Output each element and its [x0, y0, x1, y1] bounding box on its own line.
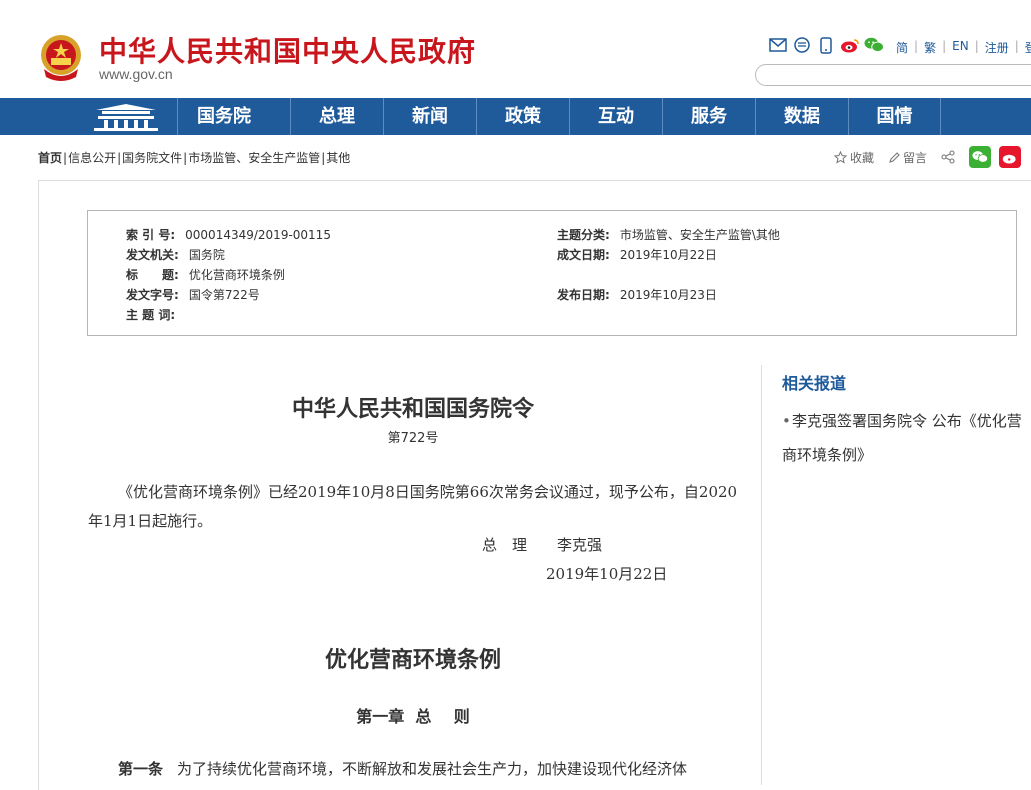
info-label: 发布日期: — [557, 288, 610, 302]
favorite-label: 收藏 — [850, 150, 875, 165]
info-value: 市场监管、安全生产监管\其他 — [619, 228, 780, 242]
article-one: 第一条 为了持续优化营商环境，不断解放和发展社会生产力，加快建设现代化经济体 — [118, 758, 687, 779]
link-separator: | — [1014, 39, 1019, 53]
order-title: 中华人民共和国国务院令 — [291, 396, 534, 422]
home-gate-icon[interactable] — [92, 102, 160, 132]
english-link[interactable]: EN — [952, 39, 969, 56]
site-url[interactable]: www.gov.cn — [99, 66, 173, 82]
share-button[interactable] — [941, 150, 955, 164]
related-reports-title: 相关报道 — [782, 374, 847, 393]
search-input[interactable] — [755, 64, 1031, 86]
site-title[interactable]: 中华人民共和国中央人民政府 — [99, 30, 476, 70]
regulation-title: 优化营商环境条例 — [324, 647, 501, 673]
breadcrumb-market-regulation[interactable]: 市场监管、安全生产监管 — [188, 151, 320, 165]
nav-item-policies[interactable]: 政策 — [476, 98, 569, 135]
order-date: 2019年10月22日 — [546, 565, 668, 583]
link-separator: | — [914, 39, 919, 53]
order-number: 第722号 — [387, 431, 439, 446]
info-label: 发文机关: — [126, 248, 179, 262]
nav-item-national-conditions[interactable]: 国情 — [848, 98, 941, 135]
info-row-keywords: 主 题 词: — [126, 306, 185, 323]
info-value: 优化营商环境条例 — [188, 268, 285, 282]
breadcrumb-separator: | — [183, 151, 188, 165]
weibo-icon — [1002, 154, 1016, 163]
info-row-publish-date: 发布日期: 2019年10月23日 — [557, 286, 717, 303]
wechat-icon — [972, 151, 989, 163]
traditional-chinese-link[interactable]: 繁 — [924, 39, 936, 56]
info-value: 000014349/2019-00115 — [185, 228, 331, 242]
article-one-text: 为了持续优化营商环境，不断解放和发展社会生产力，加快建设现代化经济体 — [177, 760, 688, 778]
language-login-links: 简 | 繁 | EN | 注册 | 登 — [896, 39, 1031, 56]
breadcrumb-other[interactable]: 其他 — [326, 151, 350, 165]
article-one-label: 第一条 — [118, 760, 164, 778]
breadcrumb-separator: | — [117, 151, 122, 165]
favorite-button[interactable]: 收藏 — [834, 149, 874, 166]
nav-item-state-council[interactable]: 国务院 — [177, 98, 270, 135]
info-label: 索 引 号: — [126, 228, 176, 242]
comment-label: 留言 — [903, 150, 928, 165]
info-row-written-date: 成文日期: 2019年10月22日 — [557, 246, 717, 263]
info-label: 发文字号: — [126, 288, 179, 302]
nav-item-premier[interactable]: 总理 — [290, 98, 383, 135]
breadcrumb-separator: | — [63, 151, 68, 165]
info-row-issuer: 发文机关: 国务院 — [126, 246, 225, 263]
column-divider — [761, 365, 762, 785]
order-paragraph: 《优化营商环境条例》已经2019年10月8日国务院第66次常务会议通过，现予公布… — [88, 483, 738, 530]
info-label: 主题分类: — [557, 228, 610, 242]
info-label: 标 题: — [126, 268, 179, 282]
chapter-heading: 第一章 总 则 — [356, 707, 470, 726]
info-row-title: 标 题: 优化营商环境条例 — [126, 266, 285, 283]
related-report-link[interactable]: •李克强签署国务院令 公布《优化营商环境条例》 — [782, 404, 1022, 472]
national-emblem-logo[interactable] — [38, 33, 84, 83]
wechat-icon[interactable] — [864, 36, 884, 54]
wechat-share-button[interactable] — [969, 146, 992, 168]
info-value: 国令第722号 — [188, 288, 260, 302]
info-value: 2019年10月23日 — [619, 288, 717, 302]
info-row-doc-number: 发文字号: 国令第722号 — [126, 286, 260, 303]
weibo-icon[interactable] — [840, 36, 860, 54]
info-row-topic: 主题分类: 市场监管、安全生产监管\其他 — [557, 226, 780, 243]
info-value: 国务院 — [188, 248, 225, 262]
info-label: 成文日期: — [557, 248, 610, 262]
nav-item-data[interactable]: 数据 — [755, 98, 848, 135]
bullet-icon: • — [782, 412, 791, 430]
info-label: 主 题 词: — [126, 308, 176, 322]
mobile-icon[interactable] — [816, 36, 836, 54]
share-toolbar: 收藏 留言 — [834, 146, 1022, 168]
related-report-text: 李克强签署国务院令 公布《优化营商环境条例》 — [782, 412, 1022, 464]
mail-icon[interactable] — [768, 36, 788, 54]
breadcrumb: 首页|信息公开|国务院文件|市场监管、安全生产监管|其他 — [38, 149, 350, 166]
link-separator: | — [942, 39, 947, 53]
comment-button[interactable]: 留言 — [888, 149, 927, 166]
nav-item-services[interactable]: 服务 — [662, 98, 755, 135]
share-icon — [941, 150, 955, 164]
main-nav: 国务院 总理 新闻 政策 互动 服务 数据 国情 — [0, 98, 1031, 135]
premier-signature: 总 理 李克强 — [482, 536, 603, 554]
top-icon-bar — [768, 36, 884, 54]
breadcrumb-separator: | — [321, 151, 326, 165]
register-link[interactable]: 注册 — [985, 39, 1009, 56]
simplified-chinese-link[interactable]: 简 — [896, 39, 908, 56]
nav-item-news[interactable]: 新闻 — [383, 98, 476, 135]
breadcrumb-info-disclosure[interactable]: 信息公开 — [68, 151, 116, 165]
breadcrumb-home[interactable]: 首页 — [38, 151, 62, 165]
login-link[interactable]: 登 — [1025, 39, 1031, 56]
nav-item-interaction[interactable]: 互动 — [569, 98, 662, 135]
pencil-icon — [889, 151, 900, 163]
message-icon[interactable] — [792, 36, 812, 54]
site-header: 中华人民共和国中央人民政府 www.gov.cn 简 | 繁 | EN | 注册… — [0, 0, 1031, 98]
info-row-index: 索 引 号: 000014349/2019-00115 — [126, 226, 331, 243]
weibo-share-button[interactable] — [999, 146, 1022, 168]
star-icon — [834, 150, 847, 164]
info-value: 2019年10月22日 — [619, 248, 717, 262]
document-info-table: 索 引 号: 000014349/2019-00115 发文机关: 国务院 标 题:… — [87, 210, 1017, 336]
breadcrumb-state-council-docs[interactable]: 国务院文件 — [122, 151, 182, 165]
link-separator: | — [974, 39, 979, 53]
